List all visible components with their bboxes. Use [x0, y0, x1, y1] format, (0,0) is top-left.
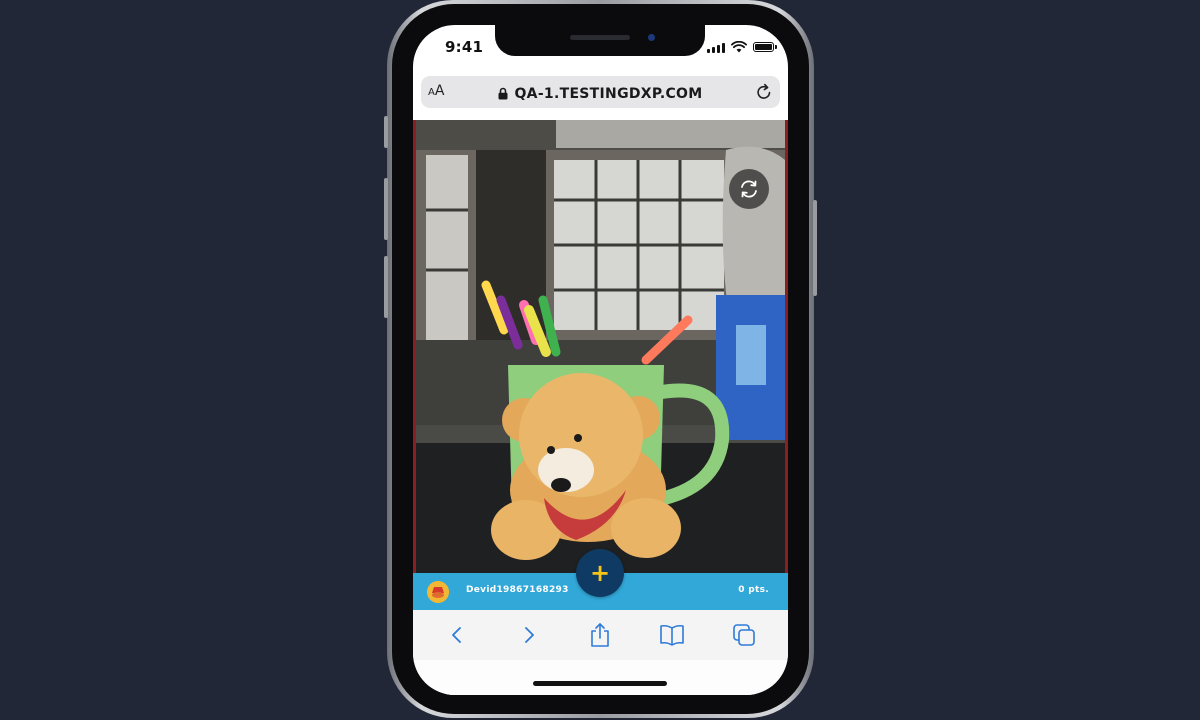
avatar-icon [427, 581, 449, 603]
user-avatar[interactable] [427, 581, 449, 603]
notch [495, 25, 705, 56]
bookmarks-button[interactable] [652, 615, 692, 655]
volume-down-button [384, 256, 388, 318]
home-indicator[interactable] [533, 681, 667, 686]
username: Devid19867168293 [466, 585, 569, 595]
front-camera [648, 34, 655, 41]
url-text: QA-1.TESTINGDXP.COM [514, 85, 703, 102]
power-button [813, 200, 817, 296]
add-button[interactable]: + [576, 549, 624, 597]
reload-button[interactable] [754, 82, 774, 106]
plus-icon: + [589, 559, 611, 587]
points-counter: 0 pts. [738, 585, 769, 595]
forward-button[interactable] [509, 615, 549, 655]
reload-icon [757, 83, 771, 99]
back-icon [451, 627, 461, 643]
phone-screen: 9:41 AA QA-1.TESTINGDXP.COM Devid1986716… [413, 25, 788, 695]
volume-up-button [384, 178, 388, 240]
share-icon [591, 623, 610, 647]
status-time: 9:41 [445, 38, 484, 56]
battery-icon [753, 42, 777, 52]
lock-icon [498, 87, 508, 100]
speaker-grille [570, 35, 630, 40]
home-area [413, 660, 788, 695]
url-display[interactable]: QA-1.TESTINGDXP.COM [421, 83, 780, 102]
mute-switch [384, 116, 388, 148]
share-button[interactable] [580, 615, 620, 655]
address-bar[interactable]: AA QA-1.TESTINGDXP.COM [421, 76, 780, 108]
status-icons [707, 40, 777, 54]
back-button[interactable] [437, 615, 477, 655]
tabs-icon [733, 624, 755, 646]
browser-toolbar [413, 610, 788, 660]
cellular-signal-icon [707, 42, 725, 53]
forward-icon [524, 627, 534, 643]
status-bar: 9:41 [413, 25, 788, 71]
flip-camera-icon [741, 180, 757, 198]
camera-view[interactable] [413, 120, 788, 575]
wifi-icon [731, 41, 747, 53]
tabs-button[interactable] [724, 615, 764, 655]
bookmarks-icon [660, 624, 685, 646]
flip-camera-button[interactable] [729, 169, 769, 209]
